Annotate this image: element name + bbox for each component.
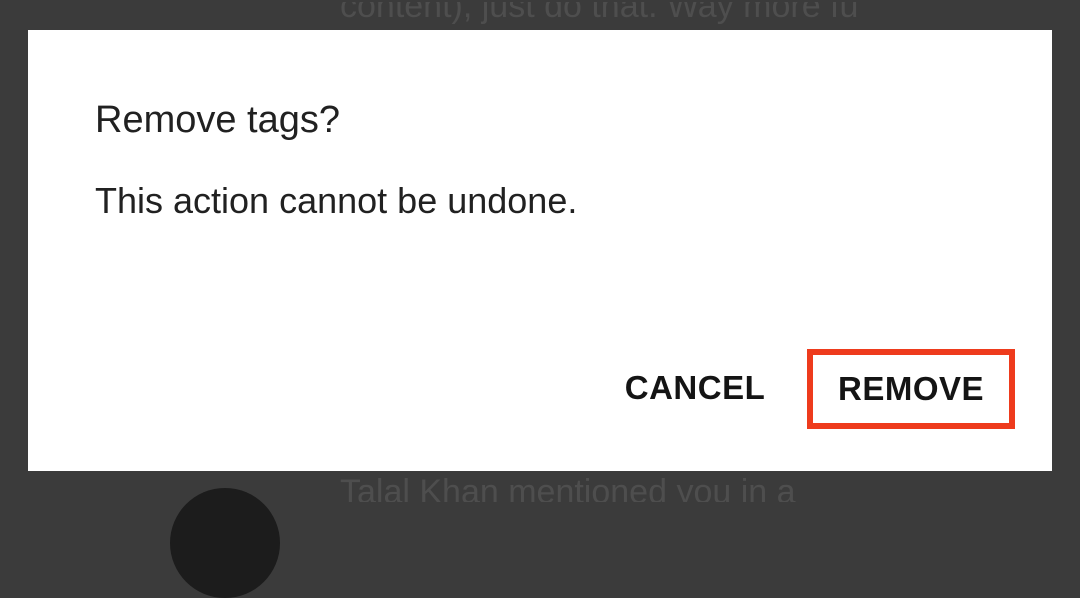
remove-tags-dialog: Remove tags? This action cannot be undon… xyxy=(28,30,1052,471)
remove-button[interactable]: REMOVE xyxy=(807,349,1015,429)
background-avatar xyxy=(170,488,280,598)
cancel-button[interactable]: CANCEL xyxy=(610,362,780,414)
dialog-message: This action cannot be undone. xyxy=(95,180,578,221)
background-post-text-line: content), just do that. Way more fu xyxy=(340,2,859,25)
background-notification-text: Talal Khan mentioned you in a xyxy=(340,473,796,502)
dialog-title: Remove tags? xyxy=(95,99,341,141)
